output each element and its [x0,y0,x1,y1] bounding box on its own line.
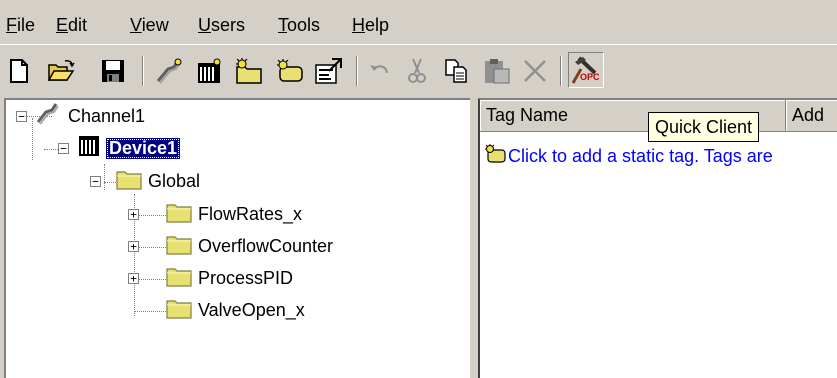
toolbar: OPC [0,46,837,96]
add-static-tag-link[interactable]: Click to add a static tag. Tags are [480,143,837,169]
expand-toggle[interactable]: + [128,209,139,220]
opc-badge: OPC [580,72,600,82]
new-device-icon [195,57,223,85]
quick-client-button[interactable]: OPC [568,52,604,88]
collapse-toggle[interactable]: − [90,176,101,187]
tree-item-label: OverflowCounter [198,235,334,256]
new-icon [8,59,30,83]
new-tag-icon [274,57,304,85]
tree-item-label: ValveOpen_x [198,299,305,320]
tree-item-group[interactable]: Global [116,168,200,194]
paste-button[interactable] [480,54,514,88]
column-header-address[interactable]: Add [786,100,837,132]
tree-item-folder[interactable]: OverflowCounter [166,233,333,259]
folder-icon [166,201,192,228]
save-icon [101,59,125,83]
new-button[interactable] [2,54,36,88]
expand-toggle[interactable]: + [128,241,139,252]
menu-tools[interactable]: Tools [278,14,320,36]
tree-item-device[interactable]: Device1 [78,134,181,163]
tree-item-folder[interactable]: ProcessPID [166,265,293,291]
toolbar-separator [142,56,144,86]
save-button[interactable] [96,54,130,88]
menu-edit[interactable]: Edit [56,14,87,36]
undo-button[interactable] [362,54,396,88]
cut-icon [406,57,428,85]
tree-connector [104,164,106,190]
tree-connector [32,118,34,160]
new-tag-group-icon [234,57,264,85]
tree-item-folder[interactable]: ValveOpen_x [166,297,305,323]
collapse-toggle[interactable]: − [16,111,27,122]
channel-icon [36,102,62,131]
device-icon [78,134,100,163]
folder-icon [166,297,192,324]
cut-button[interactable] [400,54,434,88]
project-tree[interactable]: − Channel1 − Device1 − Global + FlowRate… [4,98,470,378]
new-tag-group-button[interactable] [232,54,266,88]
open-button[interactable] [44,54,78,88]
folder-icon [166,265,192,292]
copy-icon [444,58,470,84]
menu-file[interactable]: File [6,14,35,36]
folder-icon [116,168,142,195]
menu-users[interactable]: Users [198,14,245,36]
undo-icon [368,61,390,81]
menu-separator [0,44,837,45]
tooltip: Quick Client [648,112,760,142]
tree-item-channel[interactable]: Channel1 [36,102,146,131]
tree-item-label: ProcessPID [198,267,294,288]
paste-icon [483,57,511,85]
copy-button[interactable] [440,54,474,88]
menu-help[interactable]: Help [352,14,389,36]
delete-button[interactable] [518,54,552,88]
folder-icon [166,233,192,260]
delete-icon [522,58,548,84]
new-channel-icon [154,57,184,85]
tree-item-label: FlowRates_x [198,203,303,224]
new-tag-icon [484,143,506,169]
tree-item-label: Device1 [106,137,181,159]
properties-button[interactable] [312,54,346,88]
toolbar-separator [356,56,358,86]
pane-splitter[interactable] [470,98,478,378]
menu-view[interactable]: View [130,14,169,36]
new-tag-button[interactable] [272,54,306,88]
collapse-toggle[interactable]: − [58,143,69,154]
toolbar-separator [560,56,562,86]
tree-item-folder[interactable]: FlowRates_x [166,201,302,227]
open-folder-icon [47,59,75,83]
tree-item-label: Channel1 [68,105,146,126]
tree-item-label: Global [148,170,201,191]
expand-toggle[interactable]: + [128,273,139,284]
menu-bar: File Edit View Users Tools Help [0,0,837,44]
quick-client-icon: OPC [571,55,601,85]
new-device-button[interactable] [192,54,226,88]
tree-connector [134,311,166,313]
properties-icon [314,57,344,85]
new-channel-button[interactable] [152,54,186,88]
add-static-tag-hint: Click to add a static tag. Tags are [508,145,773,166]
